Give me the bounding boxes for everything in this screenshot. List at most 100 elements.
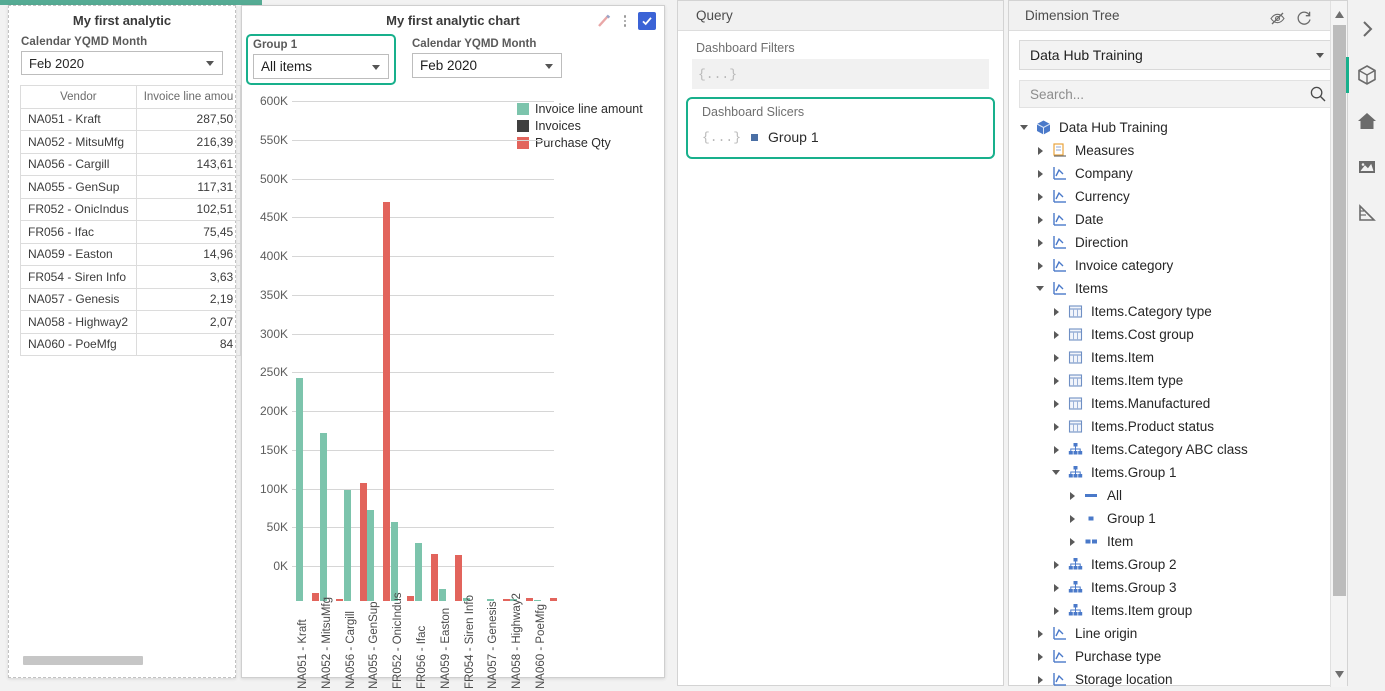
chart-bar[interactable] bbox=[454, 554, 462, 601]
chart-bar[interactable] bbox=[335, 599, 343, 601]
chart-bar[interactable] bbox=[431, 553, 439, 601]
triangle-right-icon[interactable] bbox=[1035, 145, 1047, 157]
kebab-menu-icon[interactable] bbox=[619, 15, 631, 27]
tree-node[interactable]: Direction bbox=[1009, 231, 1347, 254]
tree-node[interactable]: All bbox=[1009, 484, 1347, 507]
tree-node[interactable]: Date bbox=[1009, 208, 1347, 231]
chart-bar[interactable] bbox=[526, 598, 534, 601]
triangle-right-icon[interactable] bbox=[1051, 306, 1063, 318]
triangle-right-icon[interactable] bbox=[1035, 237, 1047, 249]
column-header-invoice-line-amount[interactable]: Invoice line amou bbox=[135, 85, 242, 109]
tree-node[interactable]: Storage location bbox=[1009, 668, 1347, 691]
triangle-right-icon[interactable] bbox=[1051, 444, 1063, 456]
table-row[interactable]: NA056 - Cargill 143,61 bbox=[20, 152, 242, 176]
tree-node[interactable]: Data Hub Training bbox=[1009, 116, 1347, 139]
triangle-right-icon[interactable] bbox=[1051, 398, 1063, 410]
tree-node[interactable]: Items.Group 2 bbox=[1009, 553, 1347, 576]
chart-bar[interactable] bbox=[391, 521, 399, 601]
tree-node[interactable]: Items.Item group bbox=[1009, 599, 1347, 622]
chart-bar[interactable] bbox=[383, 201, 391, 601]
chart-calendar-filter-select[interactable]: Feb 2020 bbox=[412, 53, 562, 78]
table-row[interactable]: FR052 - OnicIndus 102,51 bbox=[20, 197, 242, 221]
triangle-right-icon[interactable] bbox=[1035, 214, 1047, 226]
chart-bar[interactable] bbox=[415, 542, 423, 601]
table-row[interactable]: NA059 - Easton 14,96 bbox=[20, 242, 242, 266]
table-row[interactable]: NA060 - PoeMfg 84 bbox=[20, 332, 242, 356]
chart-bar[interactable] bbox=[502, 599, 510, 601]
home-icon[interactable] bbox=[1350, 106, 1384, 136]
triangle-right-icon[interactable] bbox=[1051, 375, 1063, 387]
checkbox-checked-icon[interactable] bbox=[638, 12, 656, 30]
column-header-vendor[interactable]: Vendor bbox=[20, 85, 137, 109]
tree-node[interactable]: Item bbox=[1009, 530, 1347, 553]
chart-bar[interactable] bbox=[312, 593, 319, 601]
table-row[interactable]: NA057 - Genesis 2,19 bbox=[20, 287, 242, 311]
scroll-up-icon[interactable] bbox=[1331, 3, 1348, 25]
triangle-right-icon[interactable] bbox=[1035, 168, 1047, 180]
chart-bar[interactable] bbox=[343, 489, 351, 601]
triangle-right-icon[interactable] bbox=[1051, 352, 1063, 364]
pen-icon[interactable] bbox=[596, 13, 612, 29]
chart-bar[interactable] bbox=[359, 483, 367, 601]
cube-selector[interactable]: Data Hub Training bbox=[1019, 40, 1337, 70]
dimension-search-box[interactable]: Search... bbox=[1019, 80, 1337, 108]
tree-node[interactable]: Items.Category ABC class bbox=[1009, 438, 1347, 461]
image-icon[interactable] bbox=[1350, 152, 1384, 182]
table-row[interactable]: FR056 - Ifac 75,45 bbox=[20, 220, 242, 244]
tree-node[interactable]: Currency bbox=[1009, 185, 1347, 208]
table-row[interactable]: FR054 - Siren Info 3,63 bbox=[20, 265, 242, 289]
tree-node[interactable]: Items.Group 3 bbox=[1009, 576, 1347, 599]
cube-icon[interactable] bbox=[1345, 57, 1384, 93]
tree-node[interactable]: Items.Cost group bbox=[1009, 323, 1347, 346]
tree-node[interactable]: Items.Manufactured bbox=[1009, 392, 1347, 415]
triangle-right-icon[interactable] bbox=[1035, 628, 1047, 640]
triangle-right-icon[interactable] bbox=[1067, 513, 1079, 525]
tree-node[interactable]: Line origin bbox=[1009, 622, 1347, 645]
tree-node[interactable]: Items.Group 1 bbox=[1009, 461, 1347, 484]
chart-bar[interactable] bbox=[407, 596, 415, 601]
chart-bar[interactable] bbox=[367, 510, 375, 601]
tree-node[interactable]: Items.Item bbox=[1009, 346, 1347, 369]
scroll-down-icon[interactable] bbox=[1331, 663, 1348, 685]
dashboard-slicers-box[interactable]: {...} Group 1 bbox=[696, 123, 985, 151]
triangle-right-icon[interactable] bbox=[1035, 260, 1047, 272]
dimension-search-input[interactable]: Search... bbox=[1030, 87, 1084, 102]
group1-filter-select[interactable]: All items bbox=[253, 54, 389, 79]
triangle-right-icon[interactable] bbox=[1051, 329, 1063, 341]
chevron-right-icon[interactable] bbox=[1350, 14, 1384, 44]
triangle-down-icon[interactable] bbox=[1051, 467, 1063, 479]
tree-node[interactable]: Measures bbox=[1009, 139, 1347, 162]
refresh-icon[interactable] bbox=[1296, 8, 1313, 38]
chart-bar[interactable] bbox=[550, 598, 558, 601]
triangle-right-icon[interactable] bbox=[1035, 651, 1047, 663]
search-icon[interactable] bbox=[1309, 85, 1327, 106]
tree-node[interactable]: Items.Category type bbox=[1009, 300, 1347, 323]
chart-bar[interactable] bbox=[534, 600, 542, 601]
table-row[interactable]: NA052 - MitsuMfg 216,39 bbox=[20, 130, 242, 154]
table-row[interactable]: NA051 - Kraft 287,50 bbox=[20, 107, 242, 131]
triangle-down-icon[interactable] bbox=[1019, 122, 1031, 134]
eye-off-icon[interactable] bbox=[1269, 8, 1286, 38]
dashboard-filters-box[interactable]: {...} bbox=[692, 59, 989, 89]
triangle-right-icon[interactable] bbox=[1035, 674, 1047, 686]
triangle-right-icon[interactable] bbox=[1067, 536, 1079, 548]
tree-node[interactable]: Purchase type bbox=[1009, 645, 1347, 668]
table-row[interactable]: NA058 - Highway2 2,07 bbox=[20, 310, 242, 334]
tree-scrollbar-thumb[interactable] bbox=[1333, 25, 1346, 596]
tree-node[interactable]: Items bbox=[1009, 277, 1347, 300]
ruler-icon[interactable] bbox=[1350, 198, 1384, 228]
triangle-right-icon[interactable] bbox=[1067, 490, 1079, 502]
tree-node[interactable]: Company bbox=[1009, 162, 1347, 185]
chart-bar[interactable] bbox=[296, 378, 303, 601]
table-row[interactable]: NA055 - GenSup 117,31 bbox=[20, 175, 242, 199]
triangle-right-icon[interactable] bbox=[1051, 582, 1063, 594]
triangle-right-icon[interactable] bbox=[1051, 559, 1063, 571]
tree-node[interactable]: Items.Product status bbox=[1009, 415, 1347, 438]
triangle-down-icon[interactable] bbox=[1035, 283, 1047, 295]
tree-vertical-scrollbar[interactable] bbox=[1330, 1, 1347, 687]
triangle-right-icon[interactable] bbox=[1051, 605, 1063, 617]
tree-node[interactable]: Invoice category bbox=[1009, 254, 1347, 277]
slicer-item-group1[interactable]: Group 1 bbox=[768, 129, 819, 145]
tree-node[interactable]: Group 1 bbox=[1009, 507, 1347, 530]
triangle-right-icon[interactable] bbox=[1051, 421, 1063, 433]
